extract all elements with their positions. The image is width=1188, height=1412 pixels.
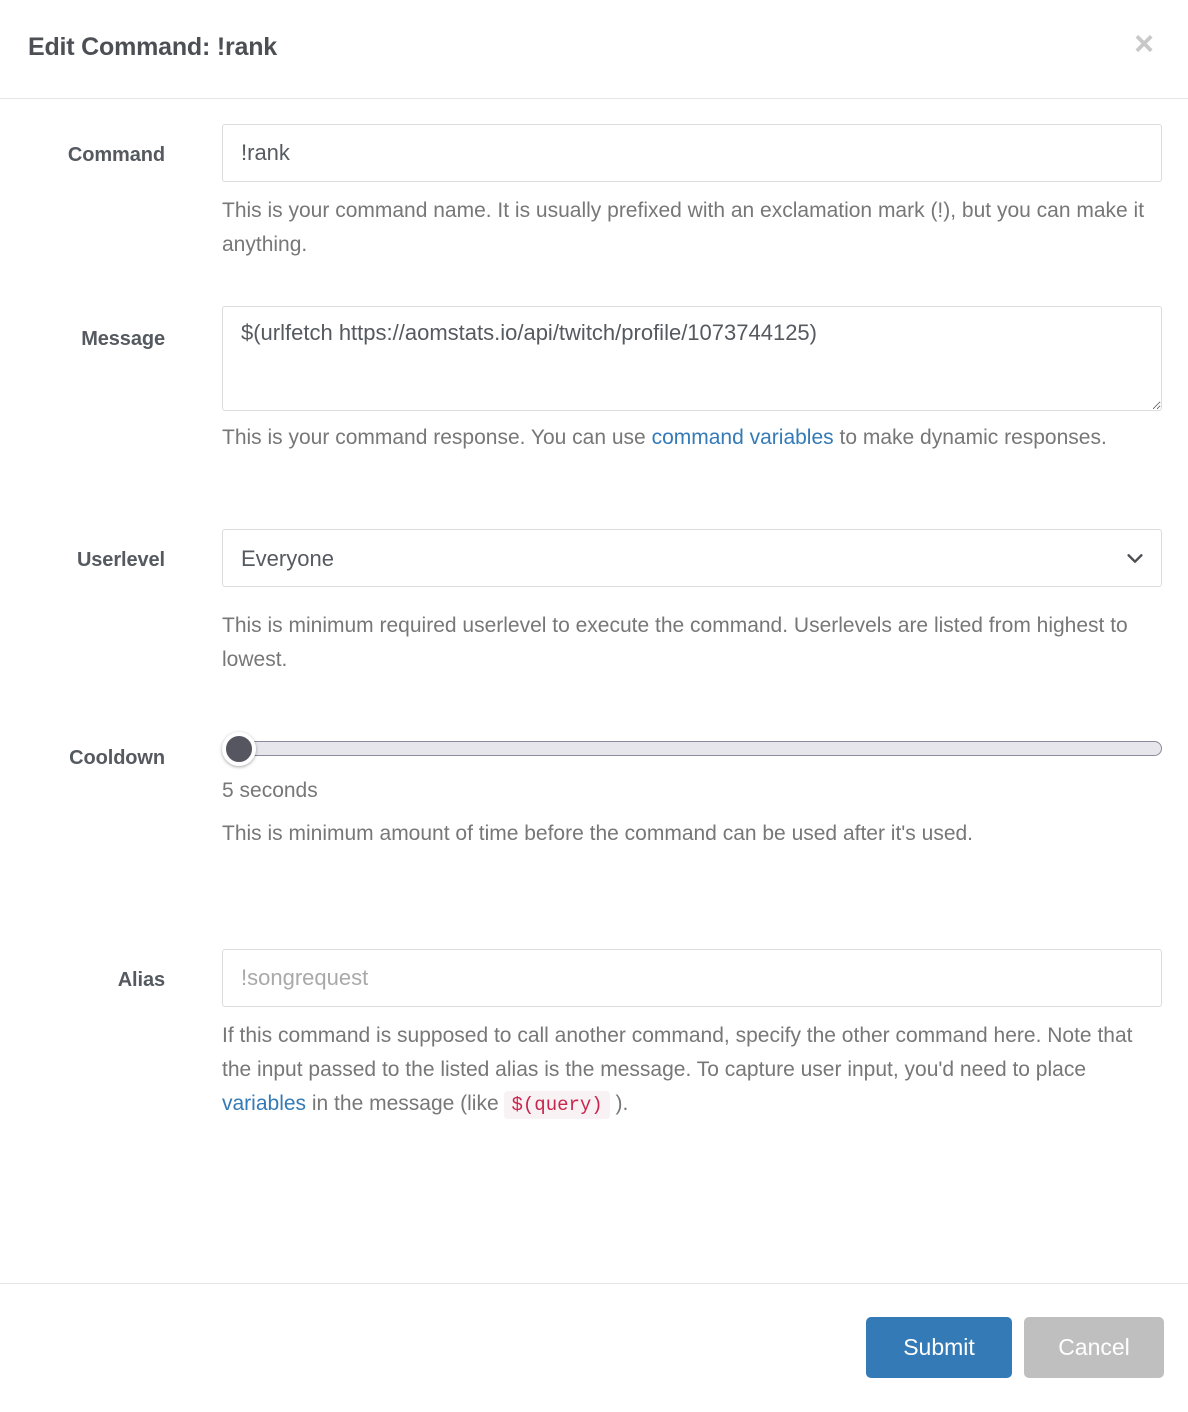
message-help-after: to make dynamic responses. <box>833 426 1107 449</box>
cooldown-label: Cooldown <box>69 747 165 769</box>
alias-help-part1: If this command is supposed to call anot… <box>222 1024 1133 1081</box>
alias-help-text: If this command is supposed to call anot… <box>222 1019 1162 1122</box>
message-label: Message <box>81 328 165 350</box>
cancel-button[interactable]: Cancel <box>1024 1317 1164 1378</box>
variables-link[interactable]: variables <box>222 1092 306 1115</box>
message-help-text: This is your command response. You can u… <box>222 421 1162 455</box>
userlevel-select-wrap: Everyone <box>222 529 1162 587</box>
userlevel-label: Userlevel <box>76 549 165 571</box>
modal-header: Edit Command: !rank × <box>0 0 1188 99</box>
alias-control-area: If this command is supposed to call anot… <box>222 949 1162 1122</box>
command-input[interactable] <box>222 124 1162 182</box>
command-help-text: This is your command name. It is usually… <box>222 199 1145 256</box>
message-textarea[interactable]: $(urlfetch https://aomstats.io/api/twitc… <box>222 306 1162 411</box>
alias-label: Alias <box>117 969 165 991</box>
alias-help-part2: in the message (like <box>306 1092 505 1115</box>
userlevel-select[interactable]: Everyone <box>222 529 1162 587</box>
command-label: Command <box>67 144 165 166</box>
command-control-area: This is your command name. It is usually… <box>222 124 1162 262</box>
modal-body: Command This is your command name. It is… <box>0 99 1188 1283</box>
cooldown-slider-track[interactable] <box>225 741 1162 756</box>
message-control-area: $(urlfetch https://aomstats.io/api/twitc… <box>222 306 1162 455</box>
close-icon[interactable]: × <box>1124 24 1164 64</box>
modal-footer: Submit Cancel <box>0 1283 1188 1412</box>
page-title: Edit Command: !rank <box>28 33 277 61</box>
message-help-before: This is your command response. You can u… <box>222 426 652 449</box>
edit-command-modal: Edit Command: !rank × Command This is yo… <box>0 0 1188 1412</box>
cooldown-slider-handle[interactable] <box>222 732 256 766</box>
alias-input[interactable] <box>222 949 1162 1007</box>
submit-button[interactable]: Submit <box>866 1317 1012 1378</box>
userlevel-help-text: This is minimum required userlevel to ex… <box>222 614 1128 671</box>
query-variable-code: $(query) <box>504 1091 610 1119</box>
cooldown-slider[interactable] <box>222 729 1162 769</box>
alias-help-part3: ). <box>609 1092 629 1115</box>
cooldown-help-text: This is minimum amount of time before th… <box>222 822 974 845</box>
cooldown-control-area: 5 seconds This is minimum amount of time… <box>222 729 1162 851</box>
cooldown-value-text: 5 seconds <box>222 779 318 802</box>
command-variables-link[interactable]: command variables <box>652 426 834 449</box>
userlevel-control-area: Everyone This is minimum required userle… <box>222 529 1162 677</box>
